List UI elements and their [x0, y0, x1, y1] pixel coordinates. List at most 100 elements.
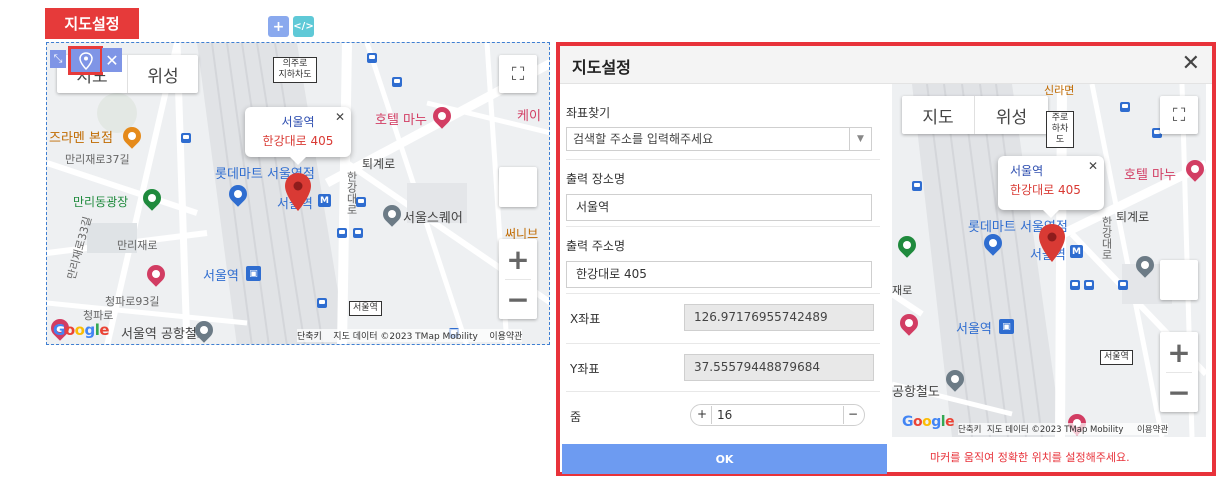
- zoom-out-button[interactable]: −: [499, 279, 537, 319]
- bus-stop-icon: [337, 228, 347, 238]
- map-label-uiju-tunnel: 의주로 지하차도: [273, 57, 317, 83]
- map-data-text: 지도 데이터 ©2023 TMap Mobility: [333, 332, 478, 342]
- map-label-seoul-station: 서울역: [956, 322, 992, 337]
- zoom-stepper: + 16 −: [690, 404, 865, 426]
- address-name-label: 출력 주소명: [566, 239, 626, 253]
- map-marker-icon[interactable]: [1039, 224, 1065, 262]
- dialog-close-button[interactable]: ✕: [1182, 51, 1200, 76]
- map-label-hangang: 한강대로: [345, 171, 358, 215]
- ok-button[interactable]: OK: [562, 444, 887, 474]
- bus-stop-icon: [317, 298, 327, 308]
- street-view-button[interactable]: [499, 167, 537, 207]
- address-search-placeholder: 검색할 주소를 입력해주세요: [573, 132, 714, 146]
- search-row: 좌표찾기 검색할 주소를 입력해주세요 ▼: [566, 86, 880, 160]
- street-view-button[interactable]: [1160, 260, 1198, 300]
- keyboard-shortcuts-link[interactable]: 단축키: [297, 332, 322, 342]
- map-label-seoul-square: 서울스퀘어: [403, 211, 463, 226]
- address-name-row: 출력 주소명 한강대로 405: [566, 227, 880, 294]
- map-marker-icon[interactable]: [285, 173, 311, 211]
- bus-stop-icon: [353, 228, 363, 238]
- zoom-label: 줌: [570, 410, 582, 424]
- y-coordinate-field: 37.55579448879684: [684, 354, 874, 381]
- map-label-seoul-station: 서울역: [203, 269, 239, 284]
- map-label-seoul-box: 서울역: [1100, 350, 1133, 365]
- subway-icon: M: [1070, 245, 1083, 258]
- terms-link[interactable]: 이용약관: [489, 332, 522, 342]
- address-name-input[interactable]: 한강대로 405: [566, 261, 872, 288]
- bus-stop-icon: [1070, 280, 1080, 290]
- zoom-in-button[interactable]: +: [499, 239, 537, 279]
- fullscreen-button[interactable]: ⛶: [499, 55, 537, 93]
- y-coordinate-label: Y좌표: [570, 362, 600, 376]
- location-pin-icon: [78, 51, 93, 70]
- map-label-malli-road: 만리재로: [117, 239, 158, 252]
- map-label-road-ro: 재로: [892, 284, 913, 297]
- info-window-close-button[interactable]: ✕: [335, 108, 345, 127]
- place-name-input[interactable]: 서울역: [566, 194, 872, 221]
- chevron-down-icon[interactable]: ▼: [849, 128, 871, 150]
- bus-stop-icon: [1084, 280, 1094, 290]
- info-window: 서울역 한강대로 405 ✕: [245, 107, 351, 165]
- address-search-select[interactable]: 검색할 주소를 입력해주세요 ▼: [566, 127, 872, 151]
- map-attribution: 단축키 지도 데이터 ©2023 TMap Mobility 이용약관: [958, 423, 1169, 435]
- map-label-ke: 케이: [517, 109, 541, 124]
- map-type-map-tab[interactable]: 지도: [902, 96, 974, 134]
- map-label-jjalamen: 즈라멘 본점: [49, 131, 113, 146]
- terms-link[interactable]: 이용약관: [1137, 425, 1168, 435]
- info-window-close-button[interactable]: ✕: [1088, 157, 1098, 176]
- dialog-map[interactable]: 지도 위성 신라면 주로 하차도 호텔 마누 롯데마트 서울역점 퇴계로 한강대…: [892, 84, 1206, 437]
- map-type-satellite-tab[interactable]: 위성: [974, 96, 1048, 134]
- map-data-text: 지도 데이터 ©2023 TMap Mobility: [986, 425, 1124, 435]
- dialog-header: 지도설정 ✕: [560, 46, 1212, 84]
- bus-stop-icon: [1120, 102, 1130, 112]
- y-coordinate-row: Y좌표 37.55579448879684: [566, 344, 880, 392]
- add-widget-button[interactable]: +: [268, 16, 289, 37]
- code-view-button[interactable]: </>: [293, 16, 314, 37]
- train-icon: ▣: [246, 266, 261, 281]
- map-label-toegyero: 퇴계로: [1116, 210, 1150, 224]
- bus-stop-icon: [912, 181, 922, 191]
- google-logo: Google: [53, 321, 110, 339]
- zoom-in-button[interactable]: +: [1160, 332, 1198, 372]
- map-label-airport: 공항철도: [892, 385, 940, 400]
- zoom-minus-button[interactable]: −: [848, 407, 858, 421]
- marker-hint-text: 마커를 움직여 정확한 위치를 설정해주세요.: [930, 451, 1130, 464]
- zoom-value-input[interactable]: 16: [717, 408, 732, 422]
- map-label-toegyero: 퇴계로: [362, 157, 396, 171]
- x-coordinate-label: X좌표: [570, 312, 601, 326]
- settings-form: 좌표찾기 검색할 주소를 입력해주세요 ▼ 출력 장소명 서울역 출력 주소명 …: [566, 86, 880, 438]
- info-window: 서울역 한강대로 405 ✕: [998, 156, 1104, 218]
- dialog-title: 지도설정: [572, 58, 631, 77]
- info-window-address: 한강대로 405: [262, 134, 334, 148]
- map-type-control: 지도 위성: [902, 96, 1048, 134]
- map-label-hotel-manu: 호텔 마누: [375, 113, 427, 128]
- map-label-manlidong: 만리동광장: [73, 195, 129, 209]
- map-label-hotel-manu: 호텔 마누: [1124, 168, 1176, 183]
- map-settings-button[interactable]: [68, 46, 103, 75]
- keyboard-shortcuts-link[interactable]: 단축키: [958, 425, 981, 435]
- zoom-out-button[interactable]: −: [1160, 372, 1198, 412]
- map-settings-dialog: 지도설정 ✕ 좌표찾기 검색할 주소를 입력해주세요 ▼ 출력 장소명 서울역 …: [556, 42, 1216, 476]
- info-window-address: 한강대로 405: [1010, 183, 1081, 197]
- map-label-uiju-box: 주로 하차도: [1046, 111, 1074, 148]
- train-icon: ▣: [999, 319, 1014, 334]
- map-label-hangang: 한강대로: [1100, 216, 1113, 260]
- x-coordinate-field: 126.97176955742489: [684, 304, 874, 331]
- fullscreen-button[interactable]: ⛶: [1160, 96, 1198, 134]
- map-attribution: 단축키 지도 데이터 ©2023 TMap Mobility 이용약관: [297, 329, 523, 342]
- remove-widget-button[interactable]: ✕: [102, 48, 122, 72]
- widget-title-tag: 지도설정: [45, 8, 139, 39]
- subway-icon: M: [318, 194, 331, 207]
- map-label-sindang: 신라면: [1044, 84, 1075, 97]
- map-label-malli37: 만리재로37길: [65, 153, 130, 166]
- place-name-label: 출력 장소명: [566, 172, 626, 186]
- bus-stop-icon: [392, 77, 402, 87]
- zoom-plus-button[interactable]: +: [697, 407, 707, 421]
- map-preview[interactable]: 지도 위성 의주로 지하차도 호텔 마누 케이 즈라멘 본점 만리재로37길 롯…: [46, 42, 550, 345]
- resize-handle[interactable]: ⤡: [50, 50, 66, 68]
- search-label: 좌표찾기: [566, 106, 611, 120]
- map-type-satellite-tab[interactable]: 위성: [127, 55, 198, 93]
- x-coordinate-row: X좌표 126.97176955742489: [566, 294, 880, 344]
- zoom-control: + −: [1160, 332, 1198, 412]
- zoom-row: 줌 + 16 −: [566, 392, 880, 438]
